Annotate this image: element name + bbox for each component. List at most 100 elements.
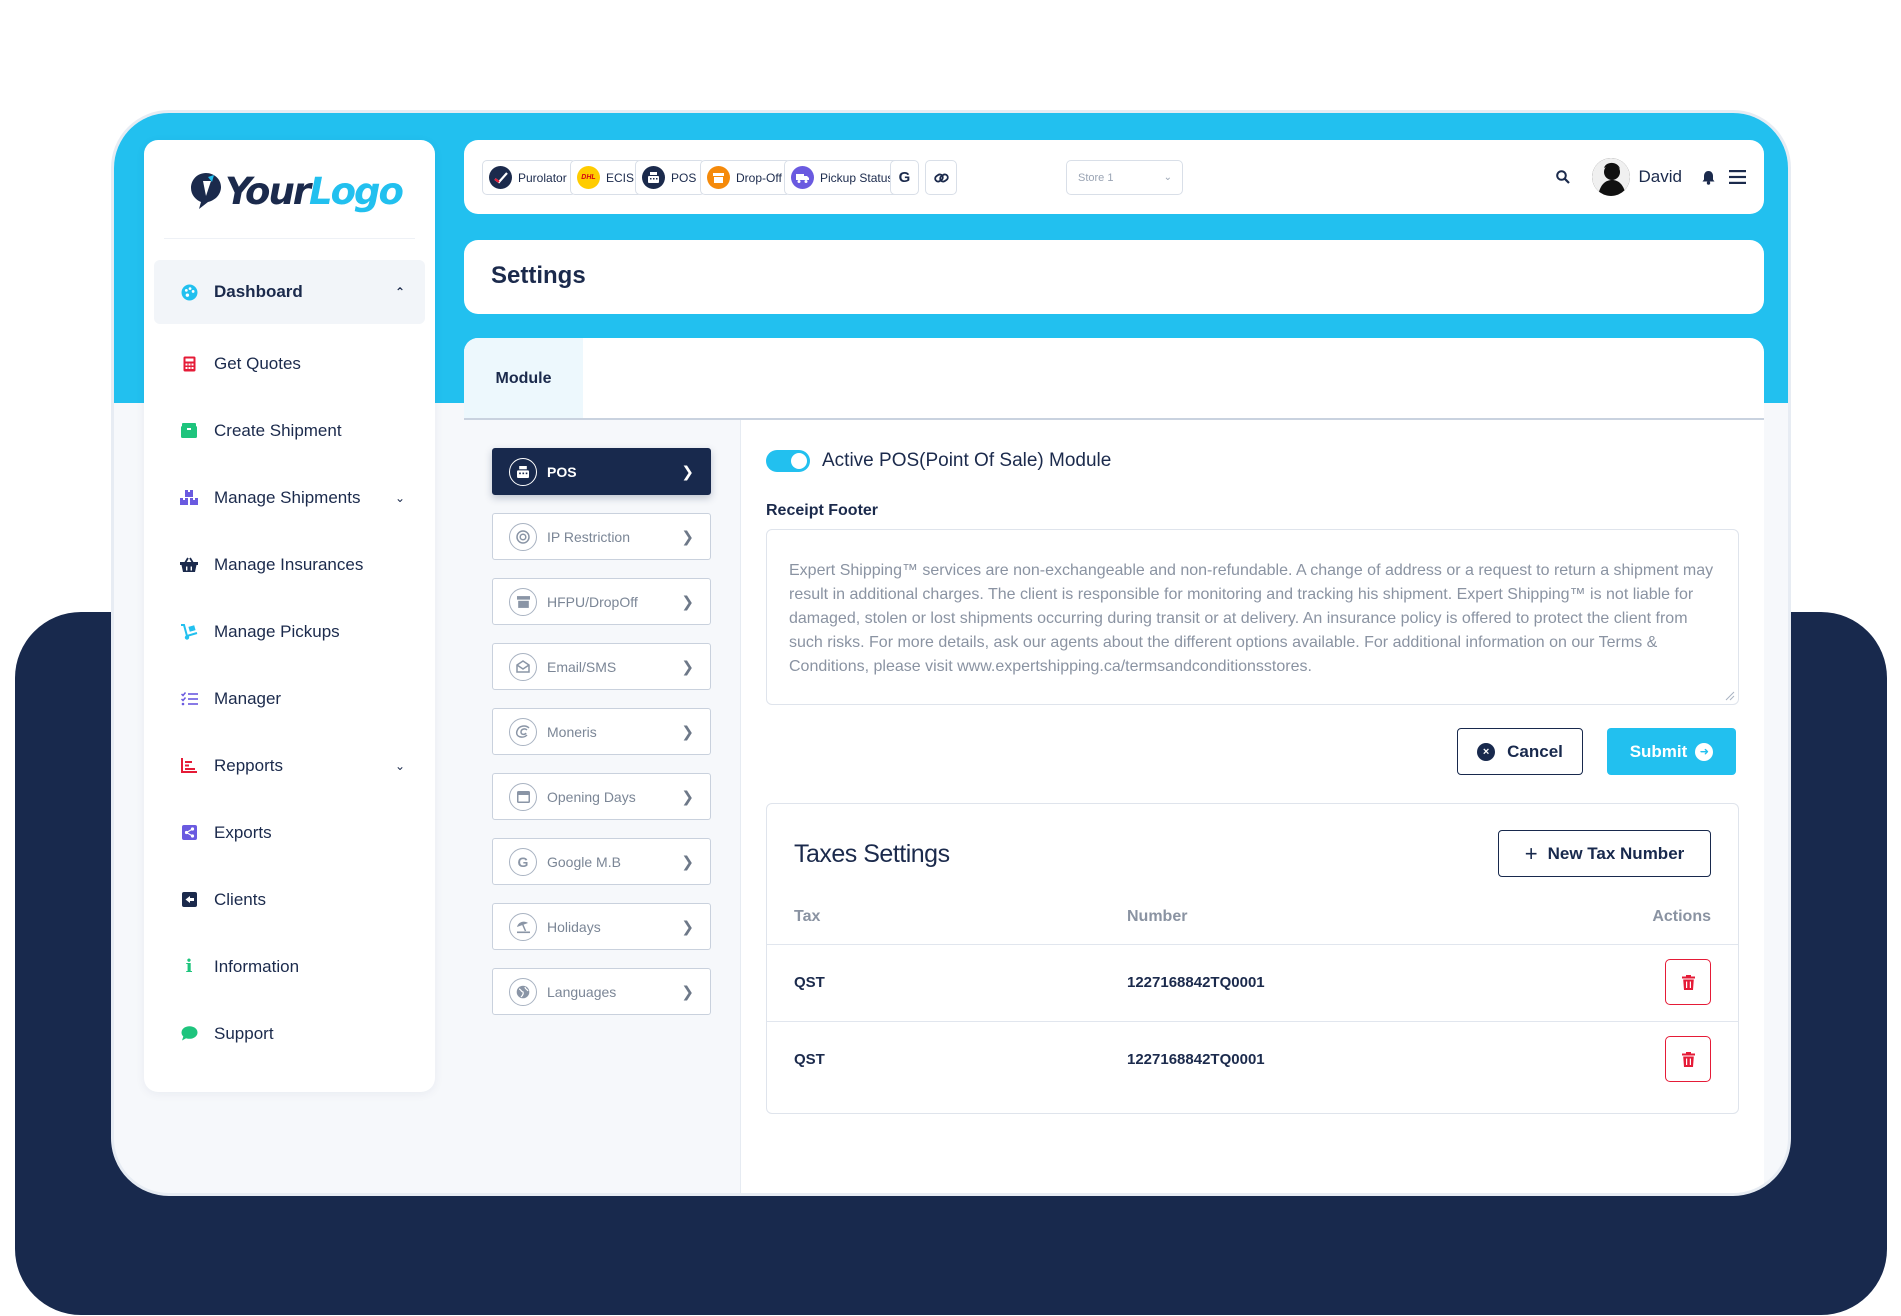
chip-label: Pickup Status bbox=[820, 170, 894, 185]
purolator-button[interactable]: Purolator bbox=[482, 160, 576, 195]
subnav-item-label: POS bbox=[547, 463, 577, 480]
device-frame: YourLogo Dashboard ⌃ Get Quotes Create S… bbox=[111, 110, 1791, 1196]
logo-text-your: Your bbox=[225, 169, 311, 213]
google-icon: G bbox=[898, 169, 911, 186]
chevron-up-icon: ⌃ bbox=[394, 285, 405, 299]
subnav-item-label: Email/SMS bbox=[547, 658, 617, 675]
store-select-value: Store 1 bbox=[1078, 171, 1114, 184]
pos-settings: Active POS(Point Of Sale) Module Receipt… bbox=[741, 420, 1764, 1193]
receipt-footer-textarea[interactable]: Expert Shipping™ services are non-exchan… bbox=[766, 529, 1739, 705]
chevron-right-icon: ❯ bbox=[681, 983, 694, 1001]
tax-cell: QST bbox=[794, 974, 825, 991]
subnav-item-label: HFPU/DropOff bbox=[547, 593, 638, 610]
pickup-status-button[interactable]: Pickup Status bbox=[784, 160, 903, 195]
logo[interactable]: YourLogo bbox=[189, 166, 404, 216]
new-tax-number-button[interactable]: + New Tax Number bbox=[1498, 830, 1711, 877]
subnav-item-label: Opening Days bbox=[547, 788, 636, 805]
sidebar-item-label: Dashboard bbox=[214, 282, 303, 301]
chevron-right-icon: ❯ bbox=[681, 723, 694, 741]
delete-button[interactable] bbox=[1665, 1036, 1711, 1082]
sidebar: YourLogo Dashboard ⌃ Get Quotes Create S… bbox=[144, 140, 435, 1092]
module-subnav: POS ❯ IP Restriction ❯ HFPU/DropOff ❯ Em… bbox=[464, 420, 741, 1193]
bar-chart-icon bbox=[180, 757, 198, 775]
sidebar-item-manage-insurances[interactable]: Manage Insurances bbox=[154, 531, 425, 598]
avatar[interactable] bbox=[1591, 158, 1630, 196]
pos-toggle-label: Active POS(Point Of Sale) Module bbox=[822, 450, 1112, 471]
subnav-item-label: Holidays bbox=[547, 918, 601, 935]
sidebar-item-create-shipment[interactable]: Create Shipment bbox=[154, 397, 425, 464]
drop-off-button[interactable]: Drop-Off bbox=[700, 160, 791, 195]
share-icon bbox=[180, 824, 198, 842]
column-header-tax: Tax bbox=[794, 908, 821, 925]
subnav-item-languages[interactable]: Languages ❯ bbox=[492, 968, 711, 1015]
taxes-title: Taxes Settings bbox=[794, 840, 950, 868]
sidebar-item-manager[interactable]: Manager bbox=[154, 665, 425, 732]
submit-label: Submit bbox=[1629, 741, 1688, 761]
google-icon: G bbox=[509, 847, 537, 876]
submit-button[interactable]: Submit ➜ bbox=[1607, 728, 1736, 775]
cash-register-icon bbox=[642, 166, 665, 189]
sidebar-item-information[interactable]: i Information bbox=[154, 933, 425, 1000]
sidebar-item-dashboard[interactable]: Dashboard ⌃ bbox=[154, 260, 425, 324]
moneris-icon bbox=[509, 717, 537, 746]
bell-icon[interactable] bbox=[1702, 170, 1715, 185]
divider bbox=[164, 238, 415, 239]
cancel-button[interactable]: × Cancel bbox=[1457, 728, 1583, 775]
chat-icon bbox=[180, 1025, 198, 1043]
sidebar-item-label: Clients bbox=[214, 889, 266, 909]
subnav-item-ip-restriction[interactable]: IP Restriction ❯ bbox=[492, 513, 711, 560]
sidebar-item-manage-pickups[interactable]: Manage Pickups bbox=[154, 598, 425, 665]
column-header-number: Number bbox=[1127, 908, 1188, 925]
subnav-item-hfpu-dropoff[interactable]: HFPU/DropOff ❯ bbox=[492, 578, 711, 625]
box-icon bbox=[180, 422, 198, 440]
table-row: QST 1227168842TQ0001 bbox=[767, 1021, 1738, 1098]
subnav-item-email-sms[interactable]: Email/SMS ❯ bbox=[492, 643, 711, 690]
ecis-button[interactable]: DHL ECIS bbox=[570, 160, 644, 195]
subnav-item-pos[interactable]: POS ❯ bbox=[492, 448, 711, 495]
new-tax-label: New Tax Number bbox=[1547, 843, 1685, 863]
pos-toggle-row: Active POS(Point Of Sale) Module bbox=[766, 450, 1111, 472]
subnav-item-google-mb[interactable]: G Google M.B ❯ bbox=[492, 838, 711, 885]
sidebar-item-label: Information bbox=[214, 956, 300, 976]
sidebar-item-manage-shipments[interactable]: Manage Shipments ⌄ bbox=[154, 464, 425, 531]
subnav-item-opening-days[interactable]: Opening Days ❯ bbox=[492, 773, 711, 820]
delete-button[interactable] bbox=[1665, 959, 1711, 1005]
chevron-right-icon: ❯ bbox=[681, 918, 694, 936]
store-icon bbox=[707, 166, 730, 189]
sidebar-item-clients[interactable]: Clients bbox=[154, 866, 425, 933]
close-circle-icon: × bbox=[1477, 742, 1496, 761]
sidebar-item-get-quotes[interactable]: Get Quotes bbox=[154, 330, 425, 397]
chip-label: Drop-Off bbox=[736, 170, 782, 185]
sidebar-item-repports[interactable]: Repports ⌄ bbox=[154, 732, 425, 799]
sidebar-item-support[interactable]: Support bbox=[154, 1000, 425, 1067]
store-select[interactable]: Store 1 ⌄ bbox=[1066, 160, 1183, 195]
logo-mark-icon bbox=[191, 173, 221, 209]
chip-label: ECIS bbox=[606, 170, 635, 185]
resize-handle-icon[interactable] bbox=[1723, 689, 1735, 701]
sidebar-item-label: Repports bbox=[214, 755, 283, 775]
user-name[interactable]: David bbox=[1639, 167, 1682, 187]
menu-icon[interactable] bbox=[1729, 170, 1746, 184]
subnav-item-holidays[interactable]: Holidays ❯ bbox=[492, 903, 711, 950]
page-title: Settings bbox=[491, 262, 586, 289]
link-button[interactable] bbox=[925, 160, 957, 195]
chevron-down-icon: ⌄ bbox=[394, 758, 405, 773]
chevron-down-icon: ⌄ bbox=[394, 490, 405, 505]
sidebar-item-exports[interactable]: Exports bbox=[154, 799, 425, 866]
sidebar-item-label: Support bbox=[214, 1023, 274, 1043]
sidebar-item-label: Exports bbox=[214, 822, 272, 842]
google-button[interactable]: G bbox=[890, 160, 919, 195]
info-icon: i bbox=[185, 956, 193, 977]
sidebar-item-label: Manage Pickups bbox=[214, 621, 340, 641]
tab-module[interactable]: Module bbox=[464, 338, 583, 419]
dhl-icon: DHL bbox=[577, 166, 600, 189]
subnav-item-label: Moneris bbox=[547, 723, 597, 740]
store-icon bbox=[509, 587, 537, 616]
pos-module-toggle[interactable] bbox=[766, 450, 810, 472]
calendar-icon bbox=[509, 782, 537, 811]
search-icon[interactable] bbox=[1555, 170, 1570, 184]
subnav-item-label: Languages bbox=[547, 983, 617, 1000]
taxes-settings-card: Taxes Settings + New Tax Number Tax Numb… bbox=[766, 803, 1739, 1114]
subnav-item-moneris[interactable]: Moneris ❯ bbox=[492, 708, 711, 755]
pos-button[interactable]: POS bbox=[635, 160, 706, 195]
